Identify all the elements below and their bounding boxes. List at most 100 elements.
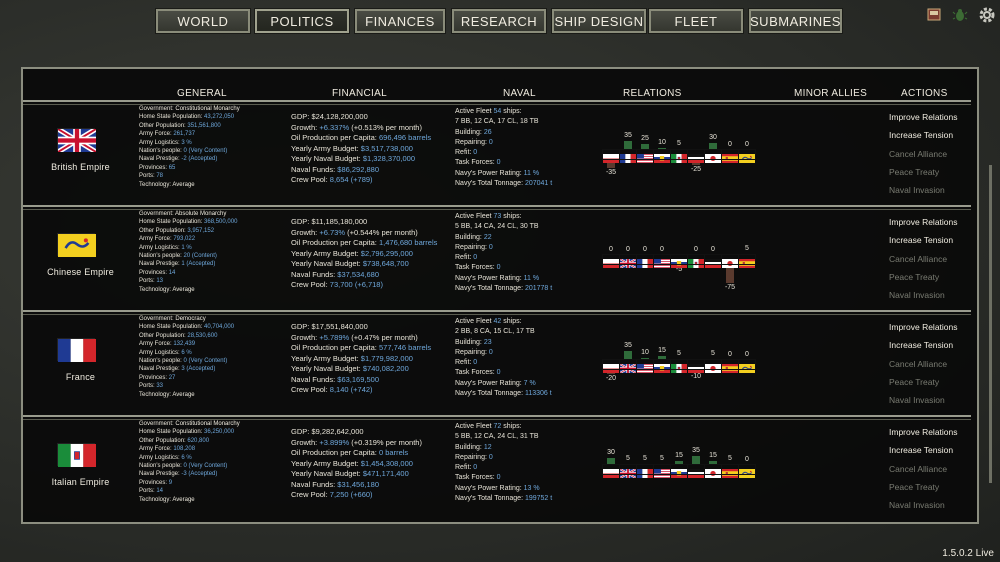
active-fleet: Active Fleet 54 ships: bbox=[455, 108, 522, 115]
peace-treaty-button[interactable]: Peace Treaty bbox=[889, 268, 979, 286]
relation-flag-usa[interactable] bbox=[636, 359, 654, 373]
naval-invasion-button[interactable]: Naval Invasion bbox=[889, 391, 979, 409]
general-nations-people: Nation's people: 0 (Very Content) bbox=[139, 463, 228, 470]
relation-flag-usa[interactable] bbox=[653, 464, 671, 478]
flag-icon[interactable] bbox=[926, 7, 942, 23]
relation-flag-russia[interactable] bbox=[670, 254, 688, 268]
peace-treaty-button[interactable]: Peace Treaty bbox=[889, 373, 979, 391]
naval-budget: Yearly Naval Budget: $740,082,200 bbox=[291, 364, 409, 373]
power-rating: Navy's Power Rating: 7 % bbox=[455, 379, 536, 387]
relations-chart: 30 5 5 5 15 35 15 5 0 bbox=[602, 437, 773, 497]
relation-flag-japan[interactable] bbox=[721, 254, 739, 268]
naval-invasion-button[interactable]: Naval Invasion bbox=[889, 496, 979, 514]
relation-flag-china[interactable] bbox=[738, 359, 756, 373]
growth: Growth: +3.899% (+0.319% per month) bbox=[291, 437, 422, 447]
tab-world[interactable]: WORLD bbox=[155, 8, 251, 34]
relation-flag-russia[interactable] bbox=[670, 464, 688, 478]
relation-flag-germany[interactable] bbox=[704, 254, 722, 268]
relation-flag-spain[interactable] bbox=[721, 464, 739, 478]
increase-tension-button[interactable]: Increase Tension bbox=[889, 231, 979, 249]
general-ports: Ports: 13 bbox=[139, 278, 164, 285]
tab-submarines[interactable]: SUBMARINES bbox=[748, 8, 843, 34]
cancel-alliance-button[interactable]: Cancel Alliance bbox=[889, 355, 979, 373]
relation-flag-france[interactable] bbox=[636, 464, 654, 478]
relation-flag-china[interactable] bbox=[738, 464, 756, 478]
relation-flag-russia[interactable] bbox=[653, 149, 671, 163]
growth: Growth: +6.73% (+0.544% per month) bbox=[291, 227, 418, 237]
relation-flag-germany[interactable] bbox=[687, 359, 705, 373]
actions-list: Improve Relations Increase Tension Cancel … bbox=[889, 108, 979, 199]
tab-fleet[interactable]: FLEET bbox=[648, 8, 744, 34]
relation-flag-spain[interactable] bbox=[721, 359, 739, 373]
relation-value: -10 bbox=[690, 372, 702, 380]
peace-treaty-button[interactable]: Peace Treaty bbox=[889, 478, 979, 496]
general-nations-people: Nation's people: 0 (Very Content) bbox=[139, 148, 228, 155]
improve-relations-button[interactable]: Improve Relations bbox=[889, 213, 979, 231]
relation-flag-russia[interactable] bbox=[653, 359, 671, 373]
relation-flag-austria[interactable] bbox=[602, 359, 620, 373]
scrollbar[interactable] bbox=[989, 165, 992, 483]
repairing: Repairing: 0 bbox=[455, 138, 493, 146]
relation-flag-japan[interactable] bbox=[704, 149, 722, 163]
peace-treaty-button[interactable]: Peace Treaty bbox=[889, 163, 979, 181]
general-naval-prestige: Naval Prestige: 1 (Accepted) bbox=[139, 261, 216, 268]
relation-flag-austria[interactable] bbox=[602, 254, 620, 268]
nation-row: Italian Empire Government: Constitutiona… bbox=[23, 415, 971, 519]
tab-research[interactable]: RESEARCH bbox=[451, 8, 547, 34]
relation-value: 5 bbox=[677, 349, 681, 357]
increase-tension-button[interactable]: Increase Tension bbox=[889, 336, 979, 354]
naval-funds: Naval Funds: $63,169,500 bbox=[291, 374, 379, 384]
naval-budget: Yearly Naval Budget: $471,171,400 bbox=[291, 469, 409, 478]
relation-flag-austria[interactable] bbox=[602, 464, 620, 478]
general-army-logistics: Army Logistics: 1 % bbox=[139, 244, 192, 251]
relation-flag-usa[interactable] bbox=[653, 254, 671, 268]
naval-invasion-button[interactable]: Naval Invasion bbox=[889, 181, 979, 199]
relations-chart: -20 35 10 15 5 -10 5 0 0 bbox=[602, 332, 773, 392]
general-home-pop: Home State Population: 36,250,000 bbox=[139, 429, 235, 436]
general-other-pop: Other Population: 28,530,600 bbox=[139, 332, 218, 339]
relation-flag-uk[interactable] bbox=[619, 359, 637, 374]
header-naval: NAVAL bbox=[503, 88, 536, 99]
relation-flag-china[interactable] bbox=[738, 149, 756, 163]
cancel-alliance-button[interactable]: Cancel Alliance bbox=[889, 250, 979, 268]
relation-flag-france[interactable] bbox=[619, 149, 637, 163]
relation-flag-austria[interactable] bbox=[602, 149, 620, 163]
cancel-alliance-button[interactable]: Cancel Alliance bbox=[889, 145, 979, 163]
cancel-alliance-button[interactable]: Cancel Alliance bbox=[889, 460, 979, 478]
relation-flag-uk[interactable] bbox=[619, 254, 637, 269]
financial-info: GDP: $9,282,642,000 Growth: +3.899% (+0.… bbox=[291, 427, 422, 501]
relation-flag-japan[interactable] bbox=[704, 359, 722, 373]
relation-flag-uk[interactable] bbox=[619, 464, 637, 479]
tab-ship-design[interactable]: SHIP DESIGN bbox=[551, 8, 647, 34]
building: Building: 23 bbox=[455, 338, 492, 346]
relation-flag-france[interactable] bbox=[636, 254, 654, 268]
relation-flag-italy[interactable] bbox=[687, 254, 705, 268]
general-army-logistics: Army Logistics: 3 % bbox=[139, 139, 192, 146]
relation-flag-germany[interactable] bbox=[687, 464, 705, 478]
improve-relations-button[interactable]: Improve Relations bbox=[889, 108, 979, 126]
relation-flag-spain[interactable] bbox=[721, 149, 739, 163]
increase-tension-button[interactable]: Increase Tension bbox=[889, 126, 979, 144]
nation-row: Chinese Empire Government: Absolute Mona… bbox=[23, 205, 971, 309]
general-home-pop: Home State Population: 43,272,050 bbox=[139, 114, 235, 121]
relation-flag-italy[interactable] bbox=[670, 359, 688, 373]
naval-invasion-button[interactable]: Naval Invasion bbox=[889, 286, 979, 304]
improve-relations-button[interactable]: Improve Relations bbox=[889, 423, 979, 441]
relation-flag-spain[interactable] bbox=[738, 254, 756, 268]
actions-list: Improve Relations Increase Tension Cancel … bbox=[889, 213, 979, 304]
refit: Refit: 0 bbox=[455, 254, 478, 262]
relation-flag-italy[interactable] bbox=[670, 149, 688, 163]
relation-flag-japan[interactable] bbox=[704, 464, 722, 478]
relation-flag-usa[interactable] bbox=[636, 149, 654, 163]
italy-flag bbox=[57, 443, 96, 467]
relation-flag-germany[interactable] bbox=[687, 149, 705, 163]
bug-icon[interactable] bbox=[952, 7, 968, 23]
growth: Growth: +6.337% (+0.513% per month) bbox=[291, 122, 422, 132]
oil-production: Oil Production per Capita: 1,476,680 bar… bbox=[291, 238, 438, 247]
improve-relations-button[interactable]: Improve Relations bbox=[889, 318, 979, 336]
tab-politics[interactable]: POLITICS bbox=[254, 8, 350, 34]
increase-tension-button[interactable]: Increase Tension bbox=[889, 441, 979, 459]
gear-icon[interactable] bbox=[978, 6, 996, 24]
tab-finances[interactable]: FINANCES bbox=[354, 8, 446, 34]
relation-value: -75 bbox=[724, 283, 736, 291]
